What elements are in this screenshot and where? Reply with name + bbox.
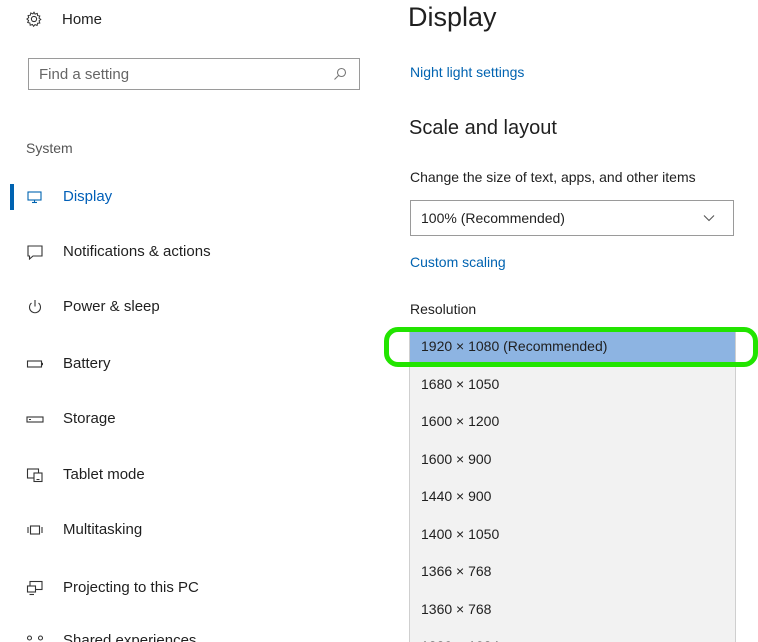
resolution-dropdown-list[interactable]: 1920 × 1080 (Recommended) 1680 × 1050 16… <box>409 328 736 642</box>
resolution-option[interactable]: 1280 × 1024 <box>410 628 735 642</box>
sidebar-item-power-sleep[interactable]: Power & sleep <box>0 290 380 324</box>
scale-description: Change the size of text, apps, and other… <box>410 169 696 185</box>
sidebar-item-label: Power & sleep <box>63 298 160 315</box>
monitor-icon <box>27 191 42 204</box>
sidebar-item-storage[interactable]: Storage <box>0 402 380 436</box>
section-label-system: System <box>26 140 73 156</box>
tablet-mode-icon <box>26 468 43 483</box>
sidebar-item-battery[interactable]: Battery <box>0 347 380 381</box>
scale-dropdown[interactable]: 100% (Recommended) <box>410 200 734 236</box>
resolution-option[interactable]: 1400 × 1050 <box>410 516 735 554</box>
resolution-option-selected[interactable]: 1920 × 1080 (Recommended) <box>410 328 735 366</box>
active-indicator <box>10 184 14 210</box>
sidebar-item-label: Projecting to this PC <box>63 579 199 596</box>
page-title: Display <box>408 2 497 32</box>
night-light-settings-link[interactable]: Night light settings <box>410 64 524 80</box>
sidebar-item-tablet-mode[interactable]: Tablet mode <box>0 458 380 492</box>
scale-layout-heading: Scale and layout <box>409 117 557 139</box>
sidebar-item-notifications[interactable]: Notifications & actions <box>0 235 380 269</box>
home-label: Home <box>62 10 103 28</box>
sidebar-item-label: Shared experiences <box>63 632 197 642</box>
multitasking-icon <box>27 525 43 535</box>
home-link[interactable]: Home <box>26 8 102 30</box>
sidebar-item-label: Notifications & actions <box>63 243 211 260</box>
battery-icon <box>26 360 43 368</box>
settings-window: Home System Display Notifications & acti… <box>0 0 758 642</box>
search-input[interactable] <box>29 64 333 84</box>
resolution-option[interactable]: 1680 × 1050 <box>410 366 735 404</box>
power-icon <box>29 300 41 314</box>
resolution-option[interactable]: 1600 × 1200 <box>410 403 735 441</box>
resolution-option[interactable]: 1440 × 900 <box>410 478 735 516</box>
message-icon <box>27 245 43 260</box>
resolution-option[interactable]: 1366 × 768 <box>410 553 735 591</box>
resolution-label: Resolution <box>410 301 477 317</box>
sidebar-item-label: Multitasking <box>63 521 143 538</box>
resolution-option[interactable]: 1360 × 768 <box>410 591 735 629</box>
sidebar-item-multitasking[interactable]: Multitasking <box>0 513 380 547</box>
projecting-icon <box>26 580 43 596</box>
scale-dropdown-value: 100% (Recommended) <box>421 210 565 226</box>
sidebar-item-label: Battery <box>63 355 111 372</box>
search-icon[interactable] <box>333 67 347 81</box>
custom-scaling-link[interactable]: Custom scaling <box>410 254 506 270</box>
sidebar-item-shared-experiences[interactable]: Shared experiences <box>0 624 380 642</box>
chevron-down-icon <box>703 215 715 222</box>
sidebar-item-label: Storage <box>63 410 116 427</box>
gear-icon <box>26 11 42 27</box>
sidebar-item-display[interactable]: Display <box>0 180 380 214</box>
sidebar-item-projecting[interactable]: Projecting to this PC <box>0 571 380 605</box>
resolution-option[interactable]: 1600 × 900 <box>410 441 735 479</box>
sidebar-item-label: Display <box>63 188 113 205</box>
shared-icon <box>26 635 44 641</box>
search-box[interactable] <box>28 58 360 90</box>
storage-icon <box>26 416 44 423</box>
sidebar-item-label: Tablet mode <box>63 466 145 483</box>
